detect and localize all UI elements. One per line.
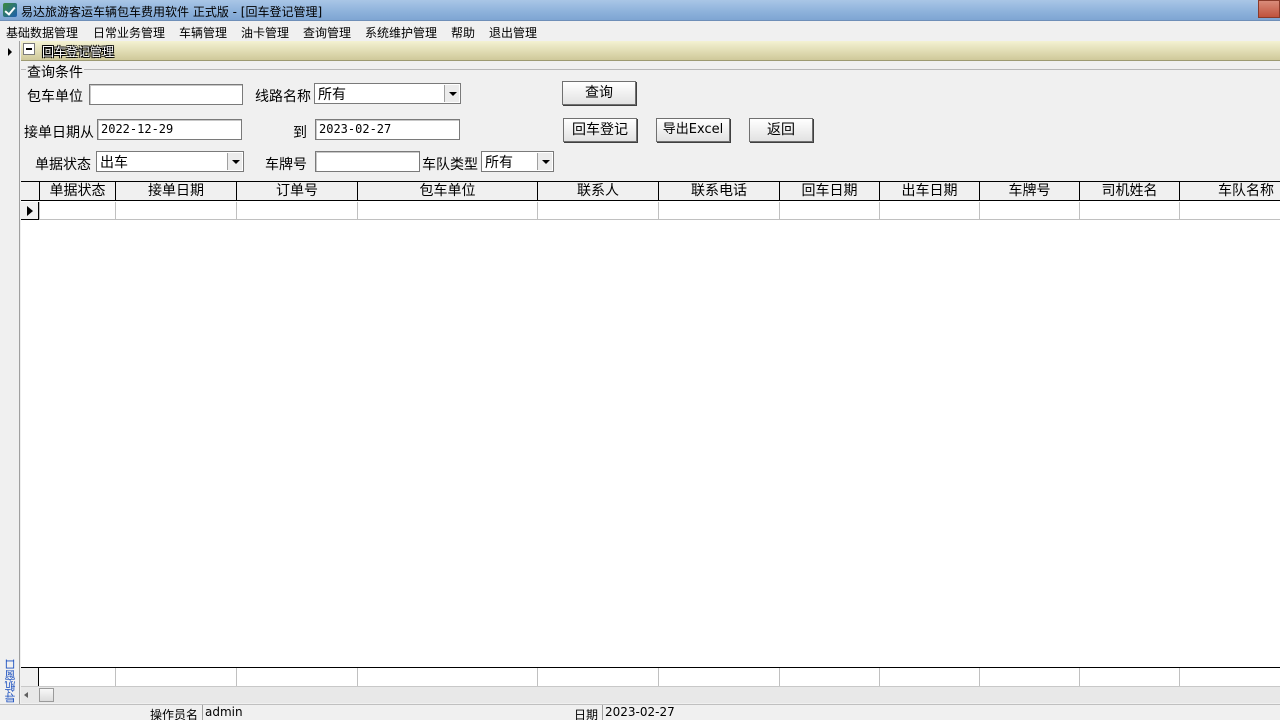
col-header-plate[interactable]: 车牌号 (979, 182, 1079, 201)
query-group-title: 查询条件 (26, 62, 84, 82)
operator-label: 操作员名 (150, 708, 199, 720)
date-from-input[interactable]: 2022-12-29 (97, 119, 242, 140)
row-selector-icon[interactable] (21, 202, 39, 220)
menu-basic-data[interactable]: 基础数据管理 (6, 24, 78, 41)
return-register-button[interactable]: 回车登记 (563, 118, 637, 142)
col-header-team[interactable]: 车队名称 (1179, 182, 1280, 201)
expand-arrow-icon[interactable] (8, 48, 12, 56)
route-select[interactable]: 所有 (314, 83, 461, 104)
table-cell[interactable] (1179, 202, 1280, 220)
grid-header: 单据状态 接单日期 订单号 包车单位 联系人 联系电话 回车日期 出车日期 车牌… (21, 182, 1280, 201)
col-header-return-date[interactable]: 回车日期 (779, 182, 879, 201)
menu-daily-business[interactable]: 日常业务管理 (93, 24, 165, 41)
col-header-status[interactable]: 单据状态 (39, 182, 115, 201)
grid-footer-row (21, 667, 1280, 686)
col-header-depart-date[interactable]: 出车日期 (879, 182, 979, 201)
route-select-value: 所有 (318, 87, 346, 103)
date-label: 日期 (574, 708, 599, 720)
menu-exit[interactable]: 退出管理 (489, 24, 537, 41)
title-bar: 易达旅游客运车辆包车费用软件 正式版 - [回车登记管理] (0, 0, 1280, 21)
menu-bar: 基础数据管理 日常业务管理 车辆管理 油卡管理 查询管理 系统维护管理 帮助 退… (0, 21, 1280, 41)
operator-value: admin (202, 705, 400, 720)
status-select[interactable]: 出车 (96, 151, 244, 172)
plate-input[interactable] (315, 151, 420, 172)
window-title: 易达旅游客运车辆包车费用软件 正式版 - [回车登记管理] (21, 5, 323, 19)
team-type-label: 车队类型 (422, 157, 478, 173)
records-grid[interactable]: 单据状态 接单日期 订单号 包车单位 联系人 联系电话 回车日期 出车日期 车牌… (21, 181, 1280, 686)
export-excel-button[interactable]: 导出Excel (656, 118, 730, 142)
footer-cell-divider (357, 668, 358, 686)
table-cell[interactable] (979, 202, 1079, 220)
table-cell[interactable] (115, 202, 236, 220)
back-button[interactable]: 返回 (749, 118, 813, 142)
footer-cell-divider (115, 668, 116, 686)
footer-cell-divider (1179, 668, 1180, 686)
app-icon (3, 3, 17, 17)
footer-row-selector (21, 668, 39, 686)
status-bar: 操作员名 admin 日期 2023-02-27 (0, 704, 1280, 720)
chevron-down-icon[interactable] (537, 153, 552, 170)
menu-vehicle[interactable]: 车辆管理 (179, 24, 227, 41)
nav-window-tab[interactable]: 导航窗口 (3, 653, 17, 703)
status-select-value: 出车 (100, 155, 128, 171)
charter-unit-input[interactable] (89, 84, 243, 105)
status-label: 单据状态 (35, 157, 91, 173)
plate-label: 车牌号 (265, 157, 307, 173)
menu-query[interactable]: 查询管理 (303, 24, 351, 41)
date-to-input[interactable]: 2023-02-27 (315, 119, 460, 140)
table-cell[interactable] (537, 202, 658, 220)
horizontal-scrollbar[interactable] (21, 686, 1280, 703)
table-cell[interactable] (39, 202, 115, 220)
date-value: 2023-02-27 (602, 705, 802, 720)
nav-panel: 导航窗口 (0, 41, 20, 705)
scroll-left-icon[interactable] (24, 692, 28, 698)
col-header-charter-unit[interactable]: 包车单位 (357, 182, 537, 201)
table-cell[interactable] (236, 202, 357, 220)
menu-system-maintenance[interactable]: 系统维护管理 (365, 24, 437, 41)
route-label: 线路名称 (255, 89, 311, 105)
team-type-select[interactable]: 所有 (481, 151, 554, 172)
footer-cell-divider (1079, 668, 1080, 686)
col-header-order-date[interactable]: 接单日期 (115, 182, 236, 201)
menu-fuel-card[interactable]: 油卡管理 (241, 24, 289, 41)
footer-cell-divider (879, 668, 880, 686)
footer-cell-divider (979, 668, 980, 686)
date-to-label: 到 (293, 125, 307, 141)
collapse-icon[interactable] (23, 43, 35, 55)
table-cell[interactable] (357, 202, 537, 220)
chevron-down-icon[interactable] (227, 153, 242, 170)
query-button[interactable]: 查询 (562, 81, 636, 105)
close-window-button[interactable] (1258, 0, 1280, 18)
scroll-thumb[interactable] (39, 688, 54, 702)
date-from-label: 接单日期从 (24, 125, 94, 141)
footer-cell-divider (658, 668, 659, 686)
table-cell[interactable] (879, 202, 979, 220)
team-type-select-value: 所有 (485, 155, 513, 171)
col-header-phone[interactable]: 联系电话 (658, 182, 779, 201)
footer-cell-divider (779, 668, 780, 686)
chevron-down-icon[interactable] (444, 85, 459, 102)
col-header-driver[interactable]: 司机姓名 (1079, 182, 1179, 201)
charter-unit-label: 包车单位 (27, 89, 83, 105)
table-cell[interactable] (1079, 202, 1179, 220)
col-header-order-no[interactable]: 订单号 (236, 182, 357, 201)
table-cell[interactable] (779, 202, 879, 220)
section-header: 回车登记管理 (21, 41, 1280, 61)
menu-help[interactable]: 帮助 (451, 24, 475, 41)
col-header-contact[interactable]: 联系人 (537, 182, 658, 201)
footer-cell-divider (236, 668, 237, 686)
footer-cell-divider (537, 668, 538, 686)
section-title: 回车登记管理 (42, 45, 115, 59)
table-cell[interactable] (658, 202, 779, 220)
